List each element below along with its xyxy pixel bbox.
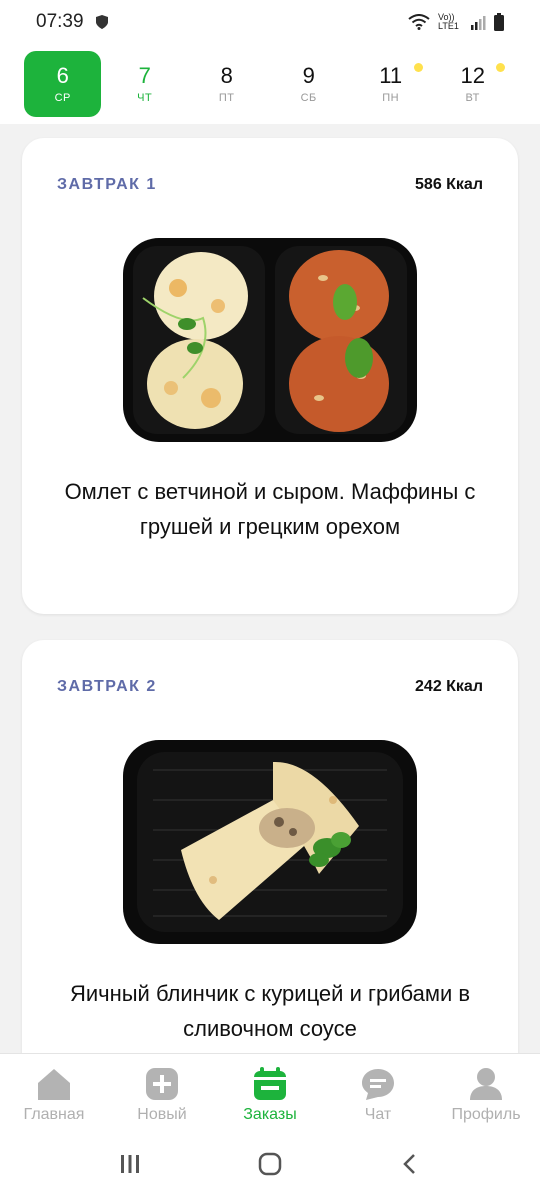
meal-description: Яичный блинчик с курицей и грибами в сли… — [69, 981, 471, 1041]
home-button-icon[interactable] — [257, 1151, 283, 1182]
nav-chat[interactable]: Чат — [324, 1054, 432, 1133]
date-item-6[interactable]: 6 СР — [24, 51, 102, 117]
date-item-11[interactable]: 11 ПН — [352, 51, 429, 117]
meal-card[interactable]: ЗАВТРАК 1 586 Ккал Омлет с ветчиной и сы… — [22, 138, 518, 614]
meal-card[interactable]: ЗАВТРАК 2 242 Ккал Яичный блинчик с кури… — [22, 640, 518, 1054]
nav-label: Заказы — [243, 1106, 297, 1123]
calendar-icon — [254, 1067, 286, 1100]
notification-dot — [414, 63, 424, 72]
nav-label: Главная — [23, 1106, 85, 1123]
signal-icon — [470, 14, 486, 30]
date-item-8[interactable]: 8 ПТ — [188, 51, 265, 117]
nav-new[interactable]: Новый — [108, 1054, 216, 1133]
date-weekday: СБ — [300, 92, 317, 104]
meal-image — [123, 740, 417, 944]
back-icon[interactable] — [398, 1152, 422, 1181]
shield-icon — [94, 14, 110, 30]
profile-icon — [470, 1068, 502, 1100]
status-time: 07:39 — [36, 11, 84, 32]
nav-label: Профиль — [451, 1106, 521, 1123]
date-weekday: ПН — [382, 92, 400, 104]
wifi-icon — [408, 14, 430, 30]
battery-icon — [494, 13, 504, 31]
date-item-9[interactable]: 9 СБ — [270, 51, 347, 117]
date-number: 12 — [460, 63, 485, 88]
meal-calories: 242 Ккал — [415, 678, 483, 695]
date-selector: 6 СР 7 ЧТ 8 ПТ 9 СБ 11 ПН 12 ВТ — [0, 44, 540, 124]
meal-feed[interactable]: ЗАВТРАК 1 586 Ккал Омлет с ветчиной и сы… — [0, 124, 540, 1054]
date-weekday: СР — [54, 92, 71, 104]
date-weekday: ПТ — [218, 92, 235, 104]
recent-apps-icon[interactable] — [118, 1152, 142, 1181]
date-number: 7 — [138, 63, 151, 88]
nav-home[interactable]: Главная — [0, 1054, 108, 1133]
status-bar: 07:39 Vo)) LTE1 — [0, 0, 540, 44]
date-number: 11 — [379, 63, 403, 88]
home-icon — [38, 1069, 70, 1100]
chat-icon — [362, 1069, 394, 1100]
bottom-nav: Главная Новый Заказы Чат Профиль — [0, 1053, 540, 1133]
date-number: 8 — [220, 63, 233, 88]
system-nav-bar — [0, 1133, 540, 1200]
meal-calories: 586 Ккал — [415, 176, 483, 193]
nav-label: Чат — [364, 1106, 392, 1123]
date-item-7[interactable]: 7 ЧТ — [106, 51, 183, 117]
network-label: Vo)) LTE1 — [438, 12, 459, 31]
nav-label: Новый — [137, 1106, 187, 1123]
meal-title: ЗАВТРАК 2 — [57, 678, 157, 695]
date-number: 6 — [56, 63, 69, 88]
meal-image — [123, 238, 417, 442]
notification-dot — [496, 63, 506, 72]
nav-orders[interactable]: Заказы — [216, 1054, 324, 1133]
plus-icon — [146, 1068, 178, 1100]
date-item-12[interactable]: 12 ВТ — [434, 51, 511, 117]
nav-profile[interactable]: Профиль — [432, 1054, 540, 1133]
date-number: 9 — [302, 63, 315, 88]
date-weekday: ЧТ — [137, 92, 153, 104]
meal-description: Омлет с ветчиной и сыром. Маффины с груш… — [64, 479, 476, 539]
meal-title: ЗАВТРАК 1 — [57, 176, 157, 193]
date-weekday: ВТ — [465, 92, 480, 104]
